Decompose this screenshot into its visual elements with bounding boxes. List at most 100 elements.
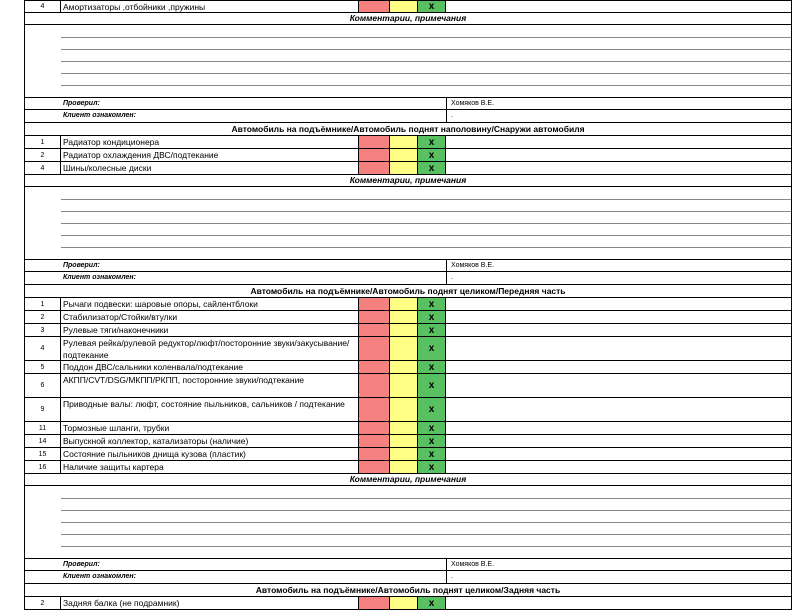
status-yellow-cell[interactable] — [390, 324, 418, 336]
comments-header: Комментарии, примечания — [24, 13, 792, 25]
status-green-cell[interactable]: x — [418, 448, 446, 460]
status-yellow-cell[interactable] — [390, 398, 418, 421]
status-yellow-cell[interactable] — [390, 298, 418, 310]
status-red-cell[interactable] — [359, 298, 390, 310]
comments-area[interactable] — [24, 187, 792, 259]
status-yellow-cell[interactable] — [390, 461, 418, 473]
status-yellow-cell[interactable] — [390, 435, 418, 447]
checklist-row: 1 Рычаги подвески: шаровые опоры, сайлен… — [24, 298, 792, 311]
item-number: 1 — [25, 298, 61, 310]
item-number: 4 — [25, 162, 61, 174]
status-yellow-cell[interactable] — [390, 448, 418, 460]
status-green-cell[interactable]: x — [418, 597, 446, 609]
checked-by-label: Проверил: — [63, 100, 100, 107]
status-yellow-cell[interactable] — [390, 374, 418, 397]
status-yellow-cell[interactable] — [390, 422, 418, 434]
status-green-cell[interactable]: x — [418, 337, 446, 360]
item-number: 4 — [25, 1, 61, 12]
checked-by-row: Проверил: Хомяков В.Е. — [24, 97, 792, 110]
status-yellow-cell[interactable] — [390, 1, 418, 12]
section-title: Автомобиль на подъёмнике/Автомобиль подн… — [24, 584, 792, 597]
status-green-cell[interactable]: x — [418, 324, 446, 336]
status-yellow-cell[interactable] — [390, 311, 418, 323]
status-red-cell[interactable] — [359, 461, 390, 473]
status-yellow-cell[interactable] — [390, 162, 418, 174]
checklist-row: 2 Радиатор охлаждения ДВС/подтекание x — [24, 149, 792, 162]
client-ack-row: Клиент ознакомлен: . — [24, 571, 792, 584]
item-name: Поддон ДВС/сальники коленвала/подтекание — [61, 361, 359, 373]
status-red-cell[interactable] — [359, 337, 390, 360]
item-number: 9 — [25, 398, 61, 421]
status-green-cell[interactable]: x — [418, 422, 446, 434]
item-name: Задняя балка (не подрамник) — [61, 597, 359, 609]
status-red-cell[interactable] — [359, 311, 390, 323]
status-red-cell[interactable] — [359, 448, 390, 460]
checklist-row: 2 Стабилизатор/Стойки/втулки x — [24, 311, 792, 324]
comment-line — [61, 247, 791, 248]
status-green-cell[interactable]: x — [418, 162, 446, 174]
checked-by-row: Проверил: Хомяков В.Е. — [24, 558, 792, 571]
status-green-cell[interactable]: x — [418, 361, 446, 373]
client-ack-value: . — [446, 571, 453, 583]
status-green-cell[interactable]: x — [418, 136, 446, 148]
item-number: 6 — [25, 374, 61, 397]
status-red-cell[interactable] — [359, 398, 390, 421]
status-yellow-cell[interactable] — [390, 597, 418, 609]
item-name: Рычаги подвески: шаровые опоры, сайлентб… — [61, 298, 359, 310]
checklist-row: 6 АКПП/CVT/DSG/МКПП/РКПП, посторонние зв… — [24, 374, 792, 398]
item-number: 4 — [25, 337, 61, 360]
item-number: 11 — [25, 422, 61, 434]
status-yellow-cell[interactable] — [390, 149, 418, 161]
status-red-cell[interactable] — [359, 597, 390, 609]
comments-area[interactable] — [24, 486, 792, 558]
checklist-row: 9 Приводные валы: люфт, состояние пыльни… — [24, 398, 792, 422]
comment-line — [61, 522, 791, 523]
status-green-cell[interactable]: x — [418, 435, 446, 447]
checklist-row: 1 Радиатор кондиционера x — [24, 136, 792, 149]
status-green-cell[interactable]: x — [418, 461, 446, 473]
status-red-cell[interactable] — [359, 361, 390, 373]
comment-line — [61, 534, 791, 535]
status-green-cell[interactable]: x — [418, 298, 446, 310]
checklist-row: 5 Поддон ДВС/сальники коленвала/подтекан… — [24, 361, 792, 374]
status-green-cell[interactable]: x — [418, 149, 446, 161]
item-name: АКПП/CVT/DSG/МКПП/РКПП, посторонние звук… — [61, 374, 359, 397]
status-red-cell[interactable] — [359, 324, 390, 336]
comments-header: Комментарии, примечания — [24, 474, 792, 486]
client-ack-value: . — [446, 110, 453, 122]
status-green-cell[interactable]: x — [418, 374, 446, 397]
status-green-cell[interactable]: x — [418, 1, 446, 12]
item-name: Рулевые тяги/наконечники — [61, 324, 359, 336]
status-red-cell[interactable] — [359, 136, 390, 148]
checked-by-value: Хомяков В.Е. — [446, 98, 494, 109]
status-red-cell[interactable] — [359, 435, 390, 447]
comment-line — [61, 61, 791, 62]
comments-header: Комментарии, примечания — [24, 175, 792, 187]
status-green-cell[interactable]: x — [418, 311, 446, 323]
checked-by-value: Хомяков В.Е. — [446, 559, 494, 570]
status-yellow-cell[interactable] — [390, 361, 418, 373]
checklist-row: 4 Рулевая рейка/рулевой редуктор/люфт/по… — [24, 337, 792, 361]
checked-by-label: Проверил: — [63, 561, 100, 568]
client-ack-row: Клиент ознакомлен: . — [24, 110, 792, 123]
item-number: 5 — [25, 361, 61, 373]
item-name: Радиатор охлаждения ДВС/подтекание — [61, 149, 359, 161]
item-number: 2 — [25, 311, 61, 323]
status-yellow-cell[interactable] — [390, 337, 418, 360]
status-yellow-cell[interactable] — [390, 136, 418, 148]
status-red-cell[interactable] — [359, 422, 390, 434]
inspection-sheet: 4 Амортизаторы ,отбойники ,пружины x Ком… — [24, 0, 792, 610]
comment-line — [61, 510, 791, 511]
status-red-cell[interactable] — [359, 1, 390, 12]
status-red-cell[interactable] — [359, 374, 390, 397]
item-name: Шины/колесные диски — [61, 162, 359, 174]
status-red-cell[interactable] — [359, 162, 390, 174]
checked-by-value: Хомяков В.Е. — [446, 260, 494, 271]
comments-area[interactable] — [24, 25, 792, 97]
item-name: Состояние пыльников днища кузова (пласти… — [61, 448, 359, 460]
checked-by-label: Проверил: — [63, 262, 100, 269]
comment-line — [61, 199, 791, 200]
item-name: Рулевая рейка/рулевой редуктор/люфт/пост… — [61, 337, 359, 360]
status-red-cell[interactable] — [359, 149, 390, 161]
status-green-cell[interactable]: x — [418, 398, 446, 421]
